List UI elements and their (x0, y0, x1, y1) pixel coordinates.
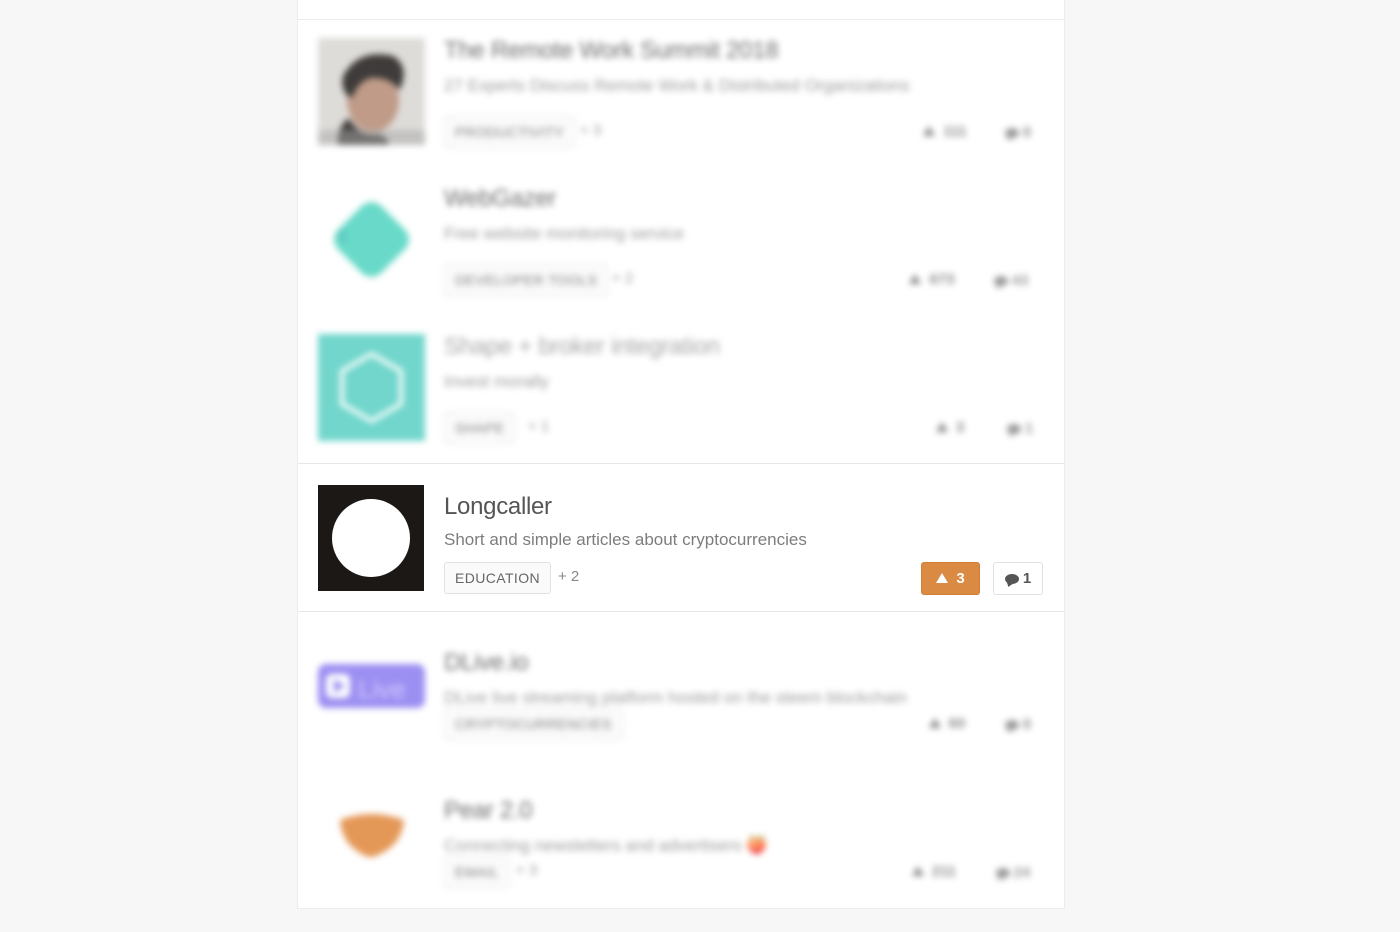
post-thumbnail[interactable] (318, 782, 425, 889)
comment-count: 43 (1011, 272, 1029, 289)
post-topic-tag[interactable]: PRODUCTIVITY (444, 116, 576, 148)
post-title[interactable]: Shape + broker integration (444, 333, 720, 361)
post-tagline: Free website monitoring service (444, 224, 684, 243)
post-extra-tags[interactable]: + 1 (528, 418, 549, 435)
post-item[interactable]: Live DLive.io DLive live streaming platf… (298, 612, 1064, 760)
post-thumbnail[interactable] (318, 186, 425, 293)
comment-count: 1 (1024, 420, 1034, 437)
post-item[interactable]: The Remote Work Summit 2018 27 Experts D… (298, 0, 1064, 148)
comment-button[interactable]: 8 (993, 116, 1043, 149)
hexagon-logo-icon (318, 334, 425, 441)
comment-icon (995, 868, 1010, 878)
upvote-count: 60 (948, 715, 966, 732)
white-circle-logo-icon (318, 485, 424, 591)
post-item[interactable]: Pear 2.0 Connecting newsletters and adve… (298, 760, 1064, 908)
comment-icon (1004, 128, 1019, 138)
upvote-icon (936, 573, 949, 583)
post-topic-tag[interactable]: CRYPTOCURRENCIES (444, 708, 623, 740)
portrait-photo-icon (318, 38, 425, 145)
post-topic-tag[interactable]: EMAIL (444, 856, 511, 888)
post-thumbnail[interactable]: Live (318, 634, 425, 741)
upvote-button[interactable]: 60 (923, 708, 971, 739)
comment-button[interactable]: 24 (988, 856, 1038, 889)
post-tagline: Connecting newsletters and advertisers 🍑 (444, 836, 768, 855)
comment-button[interactable]: 1 (995, 412, 1045, 445)
upvote-icon (911, 866, 924, 876)
post-topic-tag[interactable]: SHAPE (444, 412, 516, 444)
post-tagline: Short and simple articles about cryptocu… (444, 530, 807, 549)
comment-count: 8 (1022, 716, 1032, 733)
post-item-focused[interactable]: Longcaller Short and simple articles abo… (298, 463, 1064, 612)
upvote-icon (935, 422, 948, 432)
upvote-button[interactable]: 111 (920, 116, 970, 147)
upvote-count: 211 (931, 863, 957, 880)
upvote-count: 3 (955, 419, 965, 436)
comment-icon (1006, 424, 1021, 434)
post-title[interactable]: WebGazer (444, 185, 556, 213)
upvote-icon (923, 126, 936, 136)
post-extra-tags[interactable]: + 2 (558, 568, 579, 585)
upvote-count: 111 (943, 123, 967, 140)
post-item[interactable]: Shape + broker integration Invest morall… (298, 296, 1064, 444)
post-thumbnail[interactable] (318, 334, 425, 441)
comment-count: 1 (1022, 570, 1032, 587)
post-topic-tag[interactable]: DEVELOPER TOOLS (444, 264, 609, 296)
upvote-count: 3 (956, 570, 965, 587)
post-title[interactable]: Pear 2.0 (444, 797, 533, 825)
post-thumbnail[interactable] (318, 38, 425, 145)
upvote-button[interactable]: 673 (904, 264, 960, 295)
comment-button[interactable]: 43 (986, 264, 1036, 297)
comment-button[interactable]: 8 (993, 708, 1043, 741)
post-topic-tag[interactable]: EDUCATION (444, 562, 552, 594)
post-extra-tags[interactable]: + 2 (612, 270, 633, 287)
comment-count: 8 (1022, 124, 1032, 141)
upvote-button[interactable]: 3 (930, 412, 970, 443)
post-title[interactable]: DLive.io (444, 649, 529, 677)
post-thumbnail[interactable] (318, 485, 424, 591)
upvote-icon (928, 718, 941, 728)
product-feed: The Remote Work Summit 2018 27 Experts D… (297, 0, 1065, 909)
post-extra-tags[interactable]: + 3 (516, 862, 537, 879)
upvote-icon (909, 274, 922, 284)
dlive-logo-text: Live (358, 674, 406, 704)
comment-icon (1004, 574, 1019, 584)
upvote-count: 673 (929, 271, 955, 288)
post-item[interactable]: WebGazer Free website monitoring service… (298, 148, 1064, 296)
post-tagline: DLive live streaming platform hosted on … (444, 688, 908, 707)
comment-icon (993, 276, 1008, 286)
upvote-button[interactable]: 211 (906, 856, 962, 887)
post-title[interactable]: The Remote Work Summit 2018 (444, 37, 779, 65)
comment-icon (1004, 720, 1019, 730)
comment-button[interactable]: 1 (993, 562, 1043, 595)
post-title[interactable]: Longcaller (444, 493, 552, 521)
comment-count: 24 (1013, 864, 1031, 881)
post-tagline: 27 Experts Discuss Remote Work & Distrib… (444, 76, 910, 95)
post-extra-tags[interactable]: + 3 (580, 122, 601, 139)
post-tagline: Invest morally (444, 372, 549, 391)
dlive-logo-icon: Live (318, 634, 425, 741)
upvote-button[interactable]: 3 (921, 562, 980, 595)
peach-logo-icon (318, 782, 425, 889)
teal-diamond-logo-icon (318, 186, 425, 293)
